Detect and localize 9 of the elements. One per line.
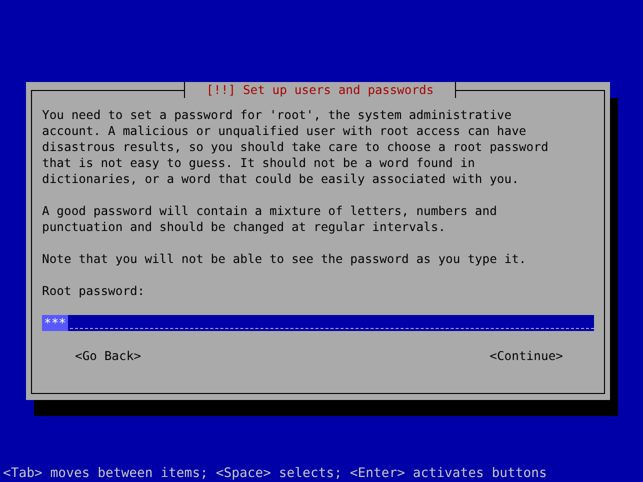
description-text: A good password will contain a mixture of letters, numbers and punctuation and should be changed at regular intervals. xyxy=(42,203,498,235)
continue-button[interactable]: <Continue> xyxy=(490,348,563,364)
field-label: Root password: xyxy=(42,283,146,299)
description-text: Note that you will not be able to see the password as you type it. xyxy=(42,251,528,267)
status-hint-text: <Tab> moves between items; <Space> selects; <Enter> activates buttons xyxy=(2,466,548,482)
dialog-title: [!!] Set up users and passwords xyxy=(184,82,456,98)
password-field[interactable]: *** xyxy=(42,315,594,331)
description-text: You need to set a password for 'root', the system administrative account. A malicious or unqualified user with root access can have disastrous results, so you should take care to choose a root password that is not easy to guess. It should not be a word found in dictionaries, or a word that could be easily associated with you. xyxy=(42,107,550,187)
back-button[interactable]: <Go Back> xyxy=(75,348,142,364)
